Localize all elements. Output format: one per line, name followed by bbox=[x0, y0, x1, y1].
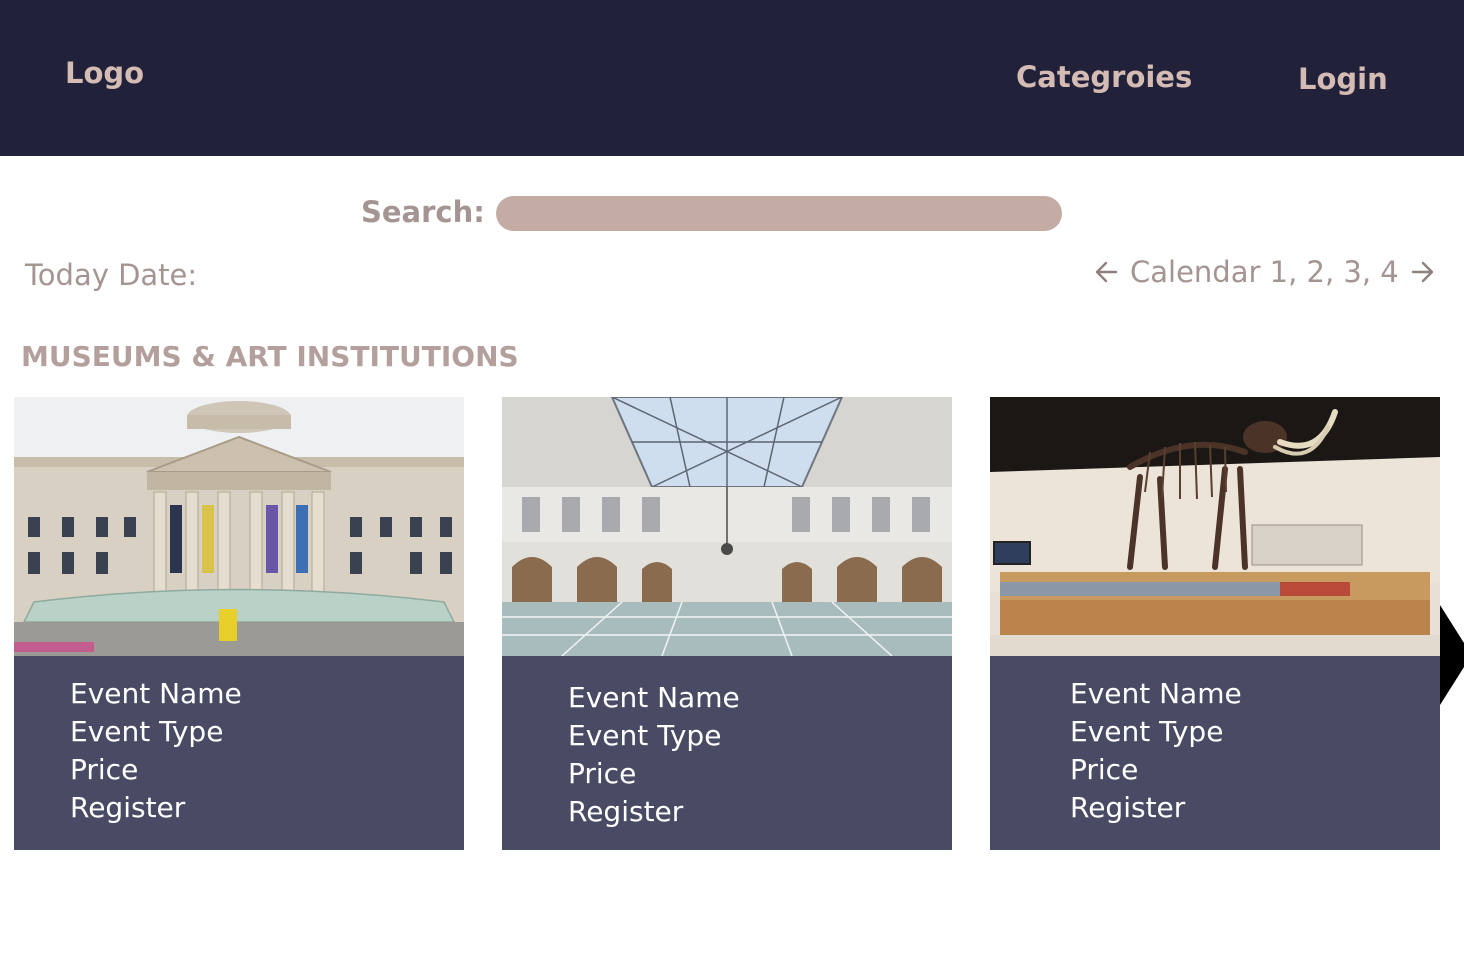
today-date-label: Today Date: bbox=[25, 258, 198, 292]
page: Logo Categroies Login Search: Today Date… bbox=[0, 0, 1464, 960]
event-price: Price bbox=[568, 757, 637, 790]
event-name: Event Name bbox=[70, 677, 242, 710]
register-link[interactable]: Register bbox=[70, 789, 242, 827]
event-card-body: Event Name Event Type Price Register bbox=[14, 656, 464, 850]
event-card[interactable]: Event Name Event Type Price Register bbox=[990, 397, 1440, 850]
event-type: Event Type bbox=[1070, 715, 1224, 748]
event-card[interactable]: Event Name Event Type Price Register bbox=[502, 397, 952, 850]
museum-exterior-photo[interactable] bbox=[14, 397, 464, 656]
nav-categories-link[interactable]: Categroies bbox=[1016, 60, 1192, 94]
event-name: Event Name bbox=[1070, 677, 1242, 710]
event-card-body: Event Name Event Type Price Register bbox=[502, 656, 952, 850]
event-price: Price bbox=[70, 753, 139, 786]
arrow-left-icon[interactable] bbox=[1094, 259, 1120, 285]
mastodon-skeleton-photo[interactable] bbox=[990, 397, 1440, 656]
search-input[interactable] bbox=[496, 196, 1062, 231]
logo[interactable]: Logo bbox=[65, 56, 144, 90]
event-type: Event Type bbox=[70, 715, 224, 748]
nav-login-link[interactable]: Login bbox=[1298, 62, 1388, 96]
arrow-right-icon[interactable] bbox=[1409, 259, 1435, 285]
section-title: MUSEUMS & ART INSTITUTIONS bbox=[21, 340, 519, 373]
event-card-body: Event Name Event Type Price Register bbox=[990, 656, 1440, 850]
calendar-pager: Calendar 1, 2, 3, 4 bbox=[1094, 252, 1435, 292]
event-name: Event Name bbox=[568, 681, 740, 714]
event-card[interactable]: Event Name Event Type Price Register bbox=[14, 397, 464, 850]
museum-atrium-photo[interactable] bbox=[502, 397, 952, 656]
register-link[interactable]: Register bbox=[568, 793, 740, 831]
search-label: Search: bbox=[361, 195, 485, 229]
calendar-text[interactable]: Calendar 1, 2, 3, 4 bbox=[1130, 255, 1399, 289]
carousel-next-icon[interactable] bbox=[1440, 605, 1464, 705]
top-nav-bar: Logo Categroies Login bbox=[0, 0, 1464, 156]
event-type: Event Type bbox=[568, 719, 722, 752]
register-link[interactable]: Register bbox=[1070, 789, 1242, 827]
event-price: Price bbox=[1070, 753, 1139, 786]
